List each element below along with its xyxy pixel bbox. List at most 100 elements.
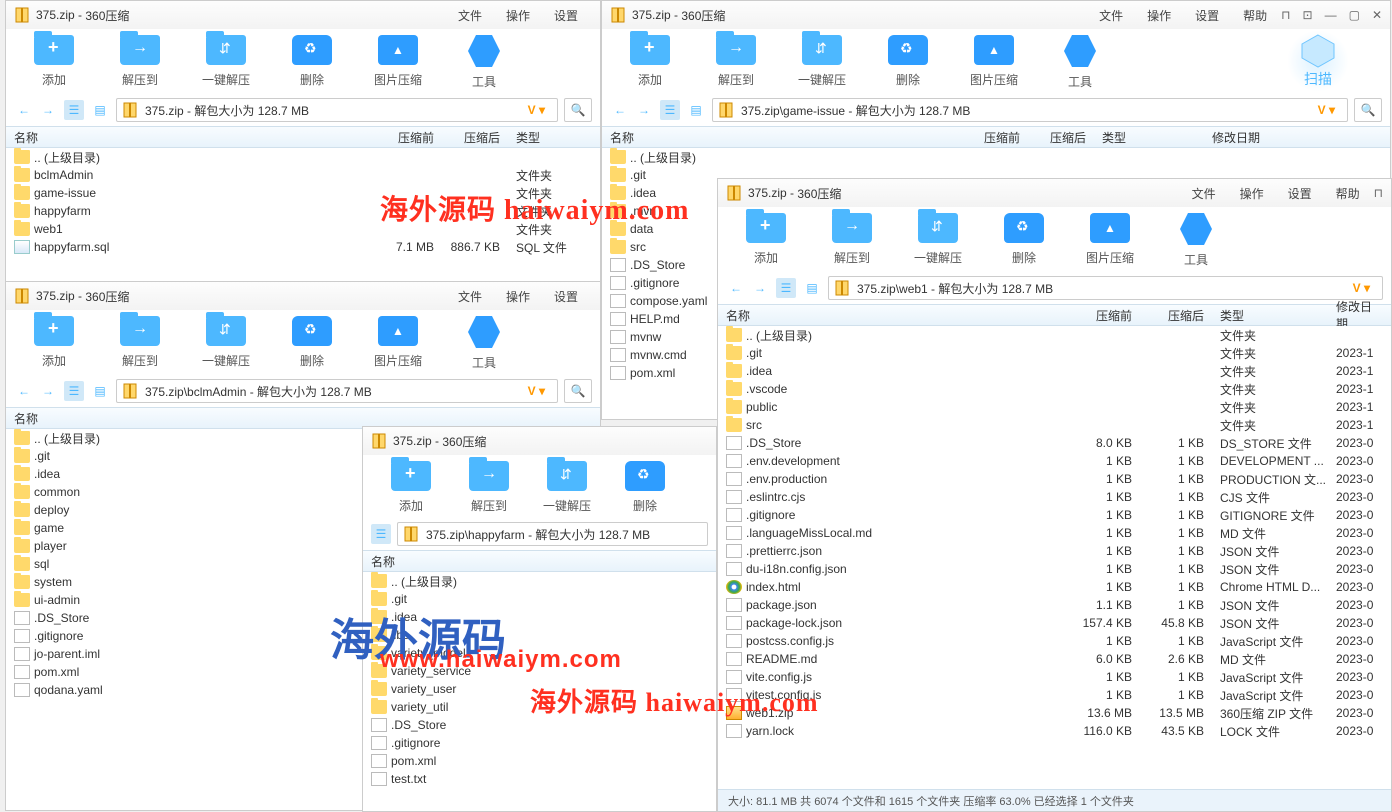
view-list-icon[interactable]: ☰ <box>64 100 84 120</box>
delete-button[interactable]: 删除 <box>617 461 673 514</box>
one-click-extract-button[interactable]: 一键解压 <box>539 461 595 514</box>
col-name[interactable]: 名称 <box>718 307 1068 324</box>
version-dropdown[interactable]: V ▾ <box>1347 281 1376 295</box>
search-button[interactable]: 🔍 <box>564 98 592 122</box>
extract-to-button[interactable]: 解压到 <box>824 213 880 266</box>
version-dropdown[interactable]: V ▾ <box>1312 103 1341 117</box>
image-compress-button[interactable]: 图片压缩 <box>370 35 426 88</box>
nav-forward-button[interactable]: → <box>750 278 770 298</box>
extract-to-button[interactable]: 解压到 <box>461 461 517 514</box>
delete-button[interactable]: 删除 <box>880 35 936 88</box>
version-dropdown[interactable]: V ▾ <box>522 103 551 117</box>
list-item[interactable]: .git <box>363 590 716 608</box>
menu-file[interactable]: 文件 <box>448 286 492 307</box>
list-item[interactable]: .. (上级目录) <box>6 148 600 166</box>
extract-to-button[interactable]: 解压到 <box>112 316 168 369</box>
list-item[interactable]: .idea文件夹2023-1 <box>718 362 1391 380</box>
feedback-icon[interactable]: ⊡ <box>1303 8 1313 22</box>
list-item[interactable]: .vscode文件夹2023-1 <box>718 380 1391 398</box>
view-list-icon[interactable]: ☰ <box>776 278 796 298</box>
list-item[interactable]: variety_model <box>363 644 716 662</box>
col-modified[interactable]: 修改日期 <box>1204 129 1324 146</box>
version-dropdown[interactable]: V ▾ <box>522 384 551 398</box>
list-item[interactable]: variety_user <box>363 680 716 698</box>
col-before[interactable]: 压缩前 <box>962 129 1028 146</box>
col-type[interactable]: 类型 <box>1212 307 1328 324</box>
menu-file[interactable]: 文件 <box>1089 5 1133 26</box>
close-button[interactable]: ✕ <box>1372 8 1382 22</box>
menu-settings[interactable]: 设置 <box>544 5 588 26</box>
view-details-icon[interactable]: ▤ <box>686 100 706 120</box>
list-item[interactable]: du-i18n.config.json1 KB1 KBJSON 文件2023-0 <box>718 560 1391 578</box>
col-name[interactable]: 名称 <box>6 410 366 427</box>
view-list-icon[interactable]: ☰ <box>371 524 391 544</box>
list-item[interactable]: vite.config.js1 KB1 KBJavaScript 文件2023-… <box>718 668 1391 686</box>
list-item[interactable]: web1.zip13.6 MB13.5 MB360压缩 ZIP 文件2023-0 <box>718 704 1391 722</box>
one-click-extract-button[interactable]: 一键解压 <box>910 213 966 266</box>
col-name[interactable]: 名称 <box>602 129 962 146</box>
address-input[interactable]: 375.zip\happyfarm - 解包大小为 128.7 MB <box>397 522 708 546</box>
list-item[interactable]: postcss.config.js1 KB1 KBJavaScript 文件20… <box>718 632 1391 650</box>
list-item[interactable]: package-lock.json157.4 KB45.8 KBJSON 文件2… <box>718 614 1391 632</box>
one-click-extract-button[interactable]: 一键解压 <box>198 35 254 88</box>
list-item[interactable]: package.json1.1 KB1 KBJSON 文件2023-0 <box>718 596 1391 614</box>
list-item[interactable]: happyfarm.sql7.1 MB886.7 KBSQL 文件 <box>6 238 600 256</box>
add-button[interactable]: 添加 <box>26 35 82 88</box>
menu-operation[interactable]: 操作 <box>1137 5 1181 26</box>
list-item[interactable]: .. (上级目录) <box>363 572 716 590</box>
nav-forward-button[interactable]: → <box>38 100 58 120</box>
tools-button[interactable]: 工具 <box>456 316 512 371</box>
address-input[interactable]: 375.zip\web1 - 解包大小为 128.7 MB V ▾ <box>828 276 1383 300</box>
menu-settings[interactable]: 设置 <box>1185 5 1229 26</box>
pin-icon[interactable]: ⊓ <box>1374 186 1383 200</box>
maximize-button[interactable]: ▢ <box>1349 8 1360 22</box>
list-item[interactable]: .env.production1 KB1 KBPRODUCTION 文...20… <box>718 470 1391 488</box>
image-compress-button[interactable]: 图片压缩 <box>370 316 426 369</box>
col-after[interactable]: 压缩后 <box>1140 307 1212 324</box>
col-after[interactable]: 压缩后 <box>442 129 508 146</box>
menu-settings[interactable]: 设置 <box>1278 183 1322 204</box>
list-item[interactable]: libs <box>363 626 716 644</box>
add-button[interactable]: 添加 <box>622 35 678 88</box>
col-name[interactable]: 名称 <box>363 553 703 570</box>
extract-to-button[interactable]: 解压到 <box>112 35 168 88</box>
extract-to-button[interactable]: 解压到 <box>708 35 764 88</box>
list-item[interactable]: .gitignore1 KB1 KBGITIGNORE 文件2023-0 <box>718 506 1391 524</box>
list-item[interactable]: .DS_Store8.0 KB1 KBDS_STORE 文件2023-0 <box>718 434 1391 452</box>
list-item[interactable]: bclmAdmin文件夹 <box>6 166 600 184</box>
view-list-icon[interactable]: ☰ <box>64 381 84 401</box>
col-type[interactable]: 类型 <box>508 129 588 146</box>
list-item[interactable]: src文件夹2023-1 <box>718 416 1391 434</box>
address-input[interactable]: 375.zip - 解包大小为 128.7 MB V ▾ <box>116 98 558 122</box>
nav-back-button[interactable]: ← <box>610 100 630 120</box>
search-button[interactable]: 🔍 <box>564 379 592 403</box>
nav-forward-button[interactable]: → <box>38 381 58 401</box>
list-item[interactable]: README.md6.0 KB2.6 KBMD 文件2023-0 <box>718 650 1391 668</box>
list-item[interactable]: .eslintrc.cjs1 KB1 KBCJS 文件2023-0 <box>718 488 1391 506</box>
list-item[interactable]: public文件夹2023-1 <box>718 398 1391 416</box>
list-item[interactable]: happyfarm文件夹 <box>6 202 600 220</box>
col-type[interactable]: 类型 <box>1094 129 1204 146</box>
menu-operation[interactable]: 操作 <box>496 286 540 307</box>
list-item[interactable]: web1文件夹 <box>6 220 600 238</box>
list-item[interactable]: pom.xml <box>363 752 716 770</box>
add-button[interactable]: 添加 <box>26 316 82 369</box>
add-button[interactable]: 添加 <box>738 213 794 266</box>
list-item[interactable]: .. (上级目录) <box>602 148 1390 166</box>
menu-file[interactable]: 文件 <box>1182 183 1226 204</box>
tools-button[interactable]: 工具 <box>1168 213 1224 268</box>
list-item[interactable]: test.txt <box>363 770 716 788</box>
menu-help[interactable]: 帮助 <box>1233 5 1277 26</box>
one-click-extract-button[interactable]: 一键解压 <box>794 35 850 88</box>
col-before[interactable]: 压缩前 <box>376 129 442 146</box>
nav-back-button[interactable]: ← <box>14 100 34 120</box>
list-item[interactable]: .git文件夹2023-1 <box>718 344 1391 362</box>
pin-icon[interactable]: ⊓ <box>1281 8 1290 22</box>
add-button[interactable]: 添加 <box>383 461 439 514</box>
col-name[interactable]: 名称 <box>6 129 376 146</box>
minimize-button[interactable]: — <box>1325 8 1337 22</box>
image-compress-button[interactable]: 图片压缩 <box>1082 213 1138 266</box>
image-compress-button[interactable]: 图片压缩 <box>966 35 1022 88</box>
list-item[interactable]: index.html1 KB1 KBChrome HTML D...2023-0 <box>718 578 1391 596</box>
nav-forward-button[interactable]: → <box>634 100 654 120</box>
